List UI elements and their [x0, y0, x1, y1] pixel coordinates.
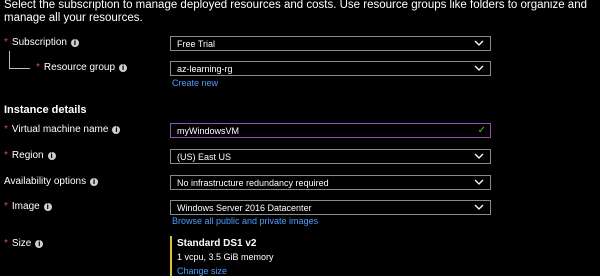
required-asterisk: * [4, 124, 8, 135]
vm-name-label: Virtual machine name [11, 124, 109, 135]
info-icon[interactable]: i [70, 38, 79, 47]
chevron-down-icon [474, 179, 484, 185]
browse-images-link[interactable]: Browse all public and private images [172, 216, 318, 226]
vm-name-input[interactable]: myWindowsVM ✓ [170, 123, 491, 138]
subscription-select[interactable]: Free Trial [170, 36, 491, 51]
region-label: Region [11, 150, 44, 161]
image-label-row: * Image i [4, 201, 52, 212]
info-icon[interactable]: i [119, 63, 128, 72]
change-size-link[interactable]: Change size [177, 266, 227, 276]
resource-group-label: Resource group [43, 62, 116, 73]
checkmark-icon: ✓ [477, 125, 486, 136]
size-name: Standard DS1 v2 [177, 238, 257, 249]
tree-connector [9, 51, 10, 69]
image-select[interactable]: Windows Server 2016 Datacenter [170, 200, 491, 215]
image-label: Image [11, 201, 40, 212]
size-label-row: * Size i [4, 238, 44, 249]
info-icon[interactable]: i [35, 239, 44, 248]
tree-connector [9, 68, 30, 69]
resource-group-value: az-learning-rg [177, 63, 233, 74]
chevron-down-icon [474, 153, 484, 159]
info-icon[interactable]: i [90, 177, 99, 186]
availability-value: No infrastructure redundancy required [177, 177, 329, 188]
subscription-label: Subscription [11, 37, 67, 48]
availability-label: Availability options [4, 176, 87, 187]
info-icon[interactable]: i [47, 151, 56, 160]
vm-name-label-row: * Virtual machine name i [4, 124, 121, 135]
required-asterisk: * [4, 238, 8, 249]
size-accent-bar [170, 236, 172, 276]
subscription-label-row: * Subscription i [4, 37, 79, 48]
chevron-down-icon [474, 65, 484, 71]
subscription-value: Free Trial [177, 38, 216, 49]
region-label-row: * Region i [4, 150, 56, 161]
availability-select[interactable]: No infrastructure redundancy required [170, 175, 491, 190]
resource-group-label-row: * Resource group i [36, 62, 128, 73]
info-icon[interactable]: i [112, 125, 121, 134]
resource-group-select[interactable]: az-learning-rg [170, 61, 491, 76]
section-heading: Instance details [4, 104, 87, 116]
required-asterisk: * [4, 37, 8, 48]
required-asterisk: * [36, 62, 40, 73]
vm-name-value: myWindowsVM [177, 125, 240, 136]
image-value: Windows Server 2016 Datacenter [177, 202, 312, 213]
create-new-link[interactable]: Create new [172, 78, 218, 88]
availability-label-row: Availability options i [4, 176, 99, 187]
info-icon[interactable]: i [43, 202, 52, 211]
required-asterisk: * [4, 201, 8, 212]
chevron-down-icon [474, 40, 484, 46]
required-asterisk: * [4, 150, 8, 161]
size-label: Size [11, 238, 32, 249]
chevron-down-icon [474, 204, 484, 210]
region-value: (US) East US [177, 151, 232, 162]
intro-text: Select the subscription to manage deploy… [4, 0, 587, 24]
region-select[interactable]: (US) East US [170, 149, 491, 164]
size-spec: 1 vcpu, 3.5 GiB memory [177, 252, 274, 262]
